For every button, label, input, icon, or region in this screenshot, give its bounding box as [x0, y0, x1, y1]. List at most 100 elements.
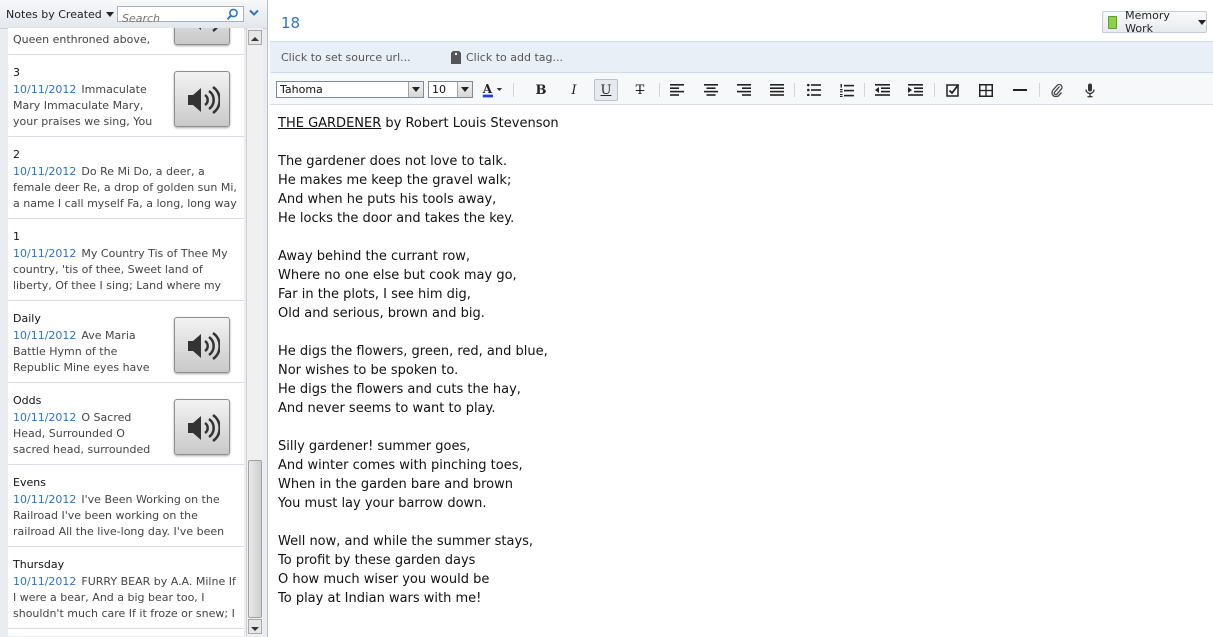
- chevron-down-icon[interactable]: [249, 9, 259, 17]
- note-item-snippet: Queen enthroned above, ...: [13, 32, 161, 48]
- indent-button[interactable]: [903, 79, 927, 101]
- poem-author: by Robert Louis Stevenson: [381, 116, 559, 131]
- note-list-item[interactable]: Odds 10/11/2012 O Sacred Head, Surrounded …: [8, 384, 244, 465]
- note-item-date: 10/11/2012: [13, 493, 77, 506]
- notebook-icon: [1108, 15, 1118, 29]
- poem-title: THE GARDENER: [278, 116, 382, 131]
- tag-field[interactable]: Click to add tag...: [451, 51, 563, 64]
- poem-line: Well now, and while the summer stays,: [278, 534, 534, 549]
- horizontal-rule-button[interactable]: [1008, 79, 1032, 101]
- speaker-icon: [198, 28, 218, 33]
- outdent-icon: [874, 84, 890, 96]
- note-item-date: 10/11/2012: [13, 247, 77, 260]
- note-item-snippet: 10/11/2012 I've Been Working on the Railr…: [13, 492, 241, 540]
- align-center-icon: [704, 84, 718, 96]
- note-item-date: 10/11/2012: [13, 83, 77, 96]
- bold-button[interactable]: B: [529, 79, 553, 101]
- paragraph-break: [278, 228, 1198, 247]
- poem-line: To profit by these garden days: [278, 553, 476, 568]
- tag-icon: [451, 51, 461, 64]
- numbered-list-button[interactable]: [835, 79, 859, 101]
- arrow-down-icon: [251, 627, 259, 631]
- justify-button[interactable]: [765, 79, 789, 101]
- poem-line: O how much wiser you would be: [278, 572, 490, 587]
- note-body[interactable]: THE GARDENER by Robert Louis Stevenson Th…: [278, 114, 1198, 608]
- italic-icon: I: [571, 82, 577, 98]
- toolbar-divider: [659, 83, 660, 97]
- attach-file-button[interactable]: [1045, 79, 1069, 101]
- scrollbar-thumb[interactable]: [248, 460, 262, 618]
- note-item-title: Daily: [13, 312, 41, 325]
- chevron-down-icon[interactable]: [408, 82, 423, 97]
- paperclip-icon: [1051, 83, 1063, 97]
- audio-thumbnail[interactable]: [174, 317, 230, 373]
- note-item-date: 10/11/2012: [13, 411, 77, 424]
- italic-button[interactable]: I: [562, 79, 586, 101]
- poem-line: The gardener does not love to talk.: [278, 154, 508, 169]
- table-icon: [979, 83, 993, 97]
- scroll-down-button[interactable]: [248, 619, 262, 634]
- bulleted-list-button[interactable]: [802, 79, 826, 101]
- poem-line: When in the garden bare and brown: [278, 477, 514, 492]
- toolbar-divider: [1039, 83, 1040, 97]
- search-box[interactable]: [117, 6, 244, 26]
- note-title[interactable]: 18: [281, 14, 300, 32]
- horizontal-rule-icon: [1013, 89, 1027, 91]
- toolbar-divider: [794, 83, 795, 97]
- note-list-item[interactable]: 2 10/11/2012 Do Re Mi Do, a deer, a female…: [8, 138, 244, 219]
- source-url-field[interactable]: Click to set source url...: [281, 51, 411, 64]
- note-item-date: 10/11/2012: [13, 329, 77, 342]
- font-color-button[interactable]: A: [480, 79, 504, 101]
- outdent-button[interactable]: [870, 79, 894, 101]
- poem-line: And never seems to want to play.: [278, 401, 496, 416]
- note-list-item[interactable]: 1 10/11/2012 My Country Tis of Thee My cou…: [8, 220, 244, 301]
- underline-button[interactable]: U: [594, 79, 618, 101]
- note-item-snippet: 10/11/2012 O Sacred Head, Surrounded O sa…: [13, 410, 161, 458]
- chevron-down-icon: [105, 11, 114, 17]
- search-input[interactable]: [118, 11, 226, 26]
- note-list-item[interactable]: 3 10/11/2012 Immaculate Mary Immaculate Ma…: [8, 56, 244, 137]
- poem-line: He digs the flowers, green, red, and blu…: [278, 344, 548, 359]
- note-list-item[interactable]: Daily 10/11/2012 Ave Maria Battle Hymn of …: [8, 302, 244, 383]
- poem-line: Nor wishes to be spoken to.: [278, 363, 459, 378]
- note-item-snippet-text: Queen enthroned above, ...: [13, 33, 151, 46]
- note-item-snippet: 10/11/2012 Do Re Mi Do, a deer, a female …: [13, 164, 241, 212]
- align-right-button[interactable]: [732, 79, 756, 101]
- align-justify-icon: [770, 84, 784, 96]
- record-audio-button[interactable]: [1078, 79, 1102, 101]
- audio-thumbnail[interactable]: [174, 399, 230, 455]
- audio-thumbnail[interactable]: [174, 28, 230, 45]
- align-center-button[interactable]: [699, 79, 723, 101]
- note-item-title: 2: [13, 148, 20, 161]
- checkbox-button[interactable]: [941, 79, 965, 101]
- note-list-scrollbar[interactable]: [246, 28, 263, 636]
- poem-line: He locks the door and takes the key.: [278, 211, 515, 226]
- audio-thumbnail[interactable]: [174, 71, 230, 127]
- note-editor-pane: 18 Memory Work Click to set source url..…: [270, 0, 1213, 637]
- note-item-title: Odds: [13, 394, 42, 407]
- paragraph-break: [278, 133, 1198, 152]
- notebook-dropdown[interactable]: Memory Work: [1102, 9, 1207, 35]
- note-list-item[interactable]: Evens 10/11/2012 I've Been Working on the …: [8, 466, 244, 547]
- search-icon[interactable]: [226, 8, 239, 21]
- note-list-pane: Notes by Created Queen enthroned above, …: [0, 0, 268, 637]
- poem-line: Far in the plots, I see him dig,: [278, 287, 471, 302]
- note-list-item[interactable]: Queen enthroned above, ...: [8, 28, 244, 55]
- font-color-letter: A: [482, 82, 493, 96]
- toolbar-divider: [864, 83, 865, 97]
- checkbox-icon: [946, 83, 960, 97]
- font-size-select[interactable]: 10: [428, 81, 473, 98]
- strikethrough-button[interactable]: T: [628, 79, 652, 101]
- toolbar-divider: [934, 83, 935, 97]
- font-family-value: Tahoma: [280, 83, 323, 96]
- speaker-icon: [188, 85, 220, 115]
- insert-table-button[interactable]: [974, 79, 998, 101]
- align-left-button[interactable]: [665, 79, 689, 101]
- scroll-up-button[interactable]: [248, 30, 262, 45]
- sort-dropdown[interactable]: Notes by Created: [6, 4, 114, 24]
- font-family-select[interactable]: Tahoma: [276, 81, 424, 98]
- note-item-title: Evens: [13, 476, 46, 489]
- chevron-down-icon[interactable]: [457, 82, 472, 97]
- note-item-title: Thursday: [13, 558, 65, 571]
- note-list-item[interactable]: Thursday 10/11/2012 FURRY BEAR by A.A. Mil…: [8, 548, 244, 629]
